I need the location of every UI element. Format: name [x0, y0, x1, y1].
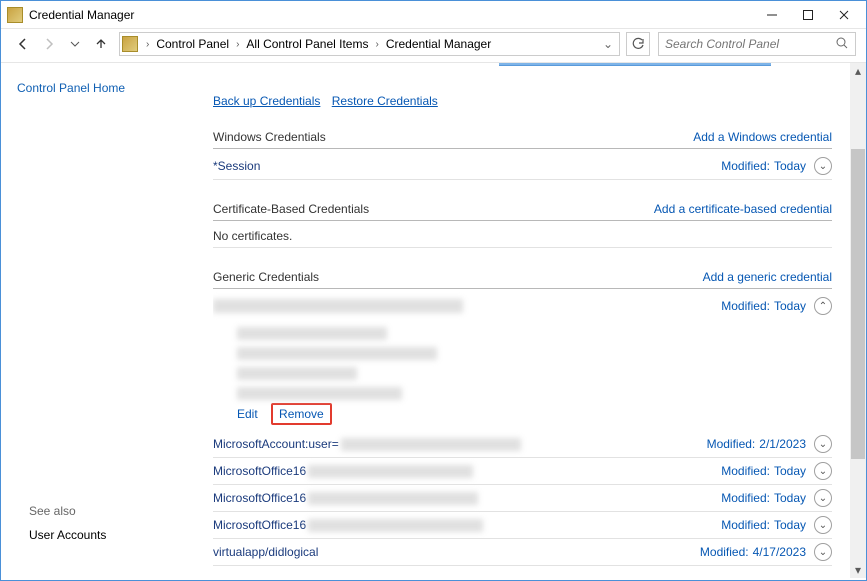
restore-link[interactable]: Restore Credentials — [332, 94, 438, 108]
control-panel-home-link[interactable]: Control Panel Home — [17, 81, 197, 95]
recent-dropdown-button[interactable] — [63, 32, 87, 56]
chevron-up-icon[interactable]: ⌃ — [814, 297, 832, 315]
redacted-suffix: x — [308, 465, 473, 478]
modified-label: Modified: — [721, 464, 770, 478]
action-links: Back up Credentials Restore Credentials — [213, 94, 832, 108]
section-title: Certificate-Based Credentials — [213, 202, 369, 216]
chevron-down-icon[interactable]: ⌄ — [814, 435, 832, 453]
app-icon — [7, 7, 23, 23]
breadcrumb-dropdown-icon[interactable]: ⌄ — [599, 37, 617, 51]
chevron-right-icon[interactable]: › — [232, 39, 243, 50]
search-box[interactable] — [658, 32, 856, 56]
scrollbar[interactable]: ▴ ▾ — [850, 63, 866, 578]
toolbar: › Control Panel › All Control Panel Item… — [1, 29, 866, 63]
window-title: Credential Manager — [29, 8, 754, 22]
up-button[interactable] — [89, 32, 113, 56]
no-certificates-text: No certificates. — [213, 225, 832, 248]
modified-value: 2/1/2023 — [759, 437, 806, 451]
chevron-down-icon[interactable]: ⌄ — [814, 543, 832, 561]
add-windows-credential-link[interactable]: Add a Windows credential — [693, 130, 832, 144]
certificate-credentials-section: Certificate-Based Credentials Add a cert… — [213, 202, 832, 248]
generic-credentials-section: Generic Credentials Add a generic creden… — [213, 270, 832, 566]
credential-name[interactable]: MicrosoftOffice16 — [213, 464, 306, 478]
add-generic-credential-link[interactable]: Add a generic credential — [703, 270, 832, 284]
credential-row[interactable]: MicrosoftOffice16x Modified: Today ⌄ — [213, 512, 832, 539]
chevron-down-icon[interactable]: ⌄ — [814, 157, 832, 175]
chevron-down-icon[interactable]: ⌄ — [814, 489, 832, 507]
search-icon[interactable] — [829, 36, 855, 53]
redacted-name: x — [213, 299, 463, 313]
modified-label: Modified: — [700, 545, 749, 559]
add-certificate-credential-link[interactable]: Add a certificate-based credential — [654, 202, 832, 216]
redacted-suffix: x — [308, 519, 483, 532]
section-title: Windows Credentials — [213, 130, 326, 144]
credential-row[interactable]: virtualapp/didlogical Modified: 4/17/202… — [213, 539, 832, 566]
breadcrumb[interactable]: › Control Panel › All Control Panel Item… — [119, 32, 620, 56]
credential-name[interactable]: *Session — [213, 159, 260, 173]
scrollbar-thumb[interactable] — [851, 149, 865, 459]
credential-row[interactable]: MicrosoftAccount:user=x Modified: 2/1/20… — [213, 431, 832, 458]
edit-link[interactable]: Edit — [237, 407, 258, 421]
chevron-down-icon[interactable]: ⌄ — [814, 516, 832, 534]
redacted-suffix: x — [341, 438, 521, 451]
redacted-suffix: x — [308, 492, 478, 505]
forward-button[interactable] — [37, 32, 61, 56]
credential-detail: x x x x Edit Remove — [213, 319, 832, 431]
credential-name[interactable]: MicrosoftAccount:user= — [213, 437, 339, 451]
credential-name[interactable]: MicrosoftOffice16 — [213, 518, 306, 532]
modified-label: Modified: — [721, 491, 770, 505]
modified-value: Today — [774, 491, 806, 505]
maximize-button[interactable] — [790, 3, 826, 27]
credential-name[interactable]: virtualapp/didlogical — [213, 545, 318, 559]
credential-row[interactable]: *Session Modified: Today ⌄ — [213, 153, 832, 180]
content: Control Panel Home See also User Account… — [1, 63, 866, 580]
minimize-button[interactable] — [754, 3, 790, 27]
section-title: Generic Credentials — [213, 270, 319, 284]
credential-row[interactable]: MicrosoftOffice16x Modified: Today ⌄ — [213, 458, 832, 485]
backup-link[interactable]: Back up Credentials — [213, 94, 320, 108]
redacted-detail: x — [237, 327, 387, 340]
back-button[interactable] — [11, 32, 35, 56]
modified-value: Today — [774, 299, 806, 313]
scroll-down-arrow[interactable]: ▾ — [850, 562, 866, 578]
credential-row[interactable]: MicrosoftOffice16x Modified: Today ⌄ — [213, 485, 832, 512]
credential-name[interactable]: MicrosoftOffice16 — [213, 491, 306, 505]
title-bar: Credential Manager — [1, 1, 866, 29]
refresh-button[interactable] — [626, 32, 650, 56]
modified-label: Modified: — [707, 437, 756, 451]
modified-value: 4/17/2023 — [753, 545, 806, 559]
modified-label: Modified: — [721, 299, 770, 313]
breadcrumb-item[interactable]: All Control Panel Items — [243, 37, 371, 51]
modified-value: Today — [774, 518, 806, 532]
see-also-heading: See also — [29, 504, 106, 518]
modified-label: Modified: — [721, 518, 770, 532]
windows-credentials-section: Windows Credentials Add a Windows creden… — [213, 130, 832, 180]
close-button[interactable] — [826, 3, 862, 27]
chevron-right-icon[interactable]: › — [142, 39, 153, 50]
scroll-up-arrow[interactable]: ▴ — [850, 63, 866, 79]
redacted-detail: x — [237, 367, 357, 380]
breadcrumb-item[interactable]: Control Panel — [153, 37, 232, 51]
main-pane: Back up Credentials Restore Credentials … — [213, 63, 866, 580]
selected-tab-indicator — [499, 63, 771, 66]
chevron-right-icon[interactable]: › — [371, 39, 382, 50]
user-accounts-link[interactable]: User Accounts — [29, 528, 106, 542]
modified-value: Today — [774, 464, 806, 478]
redacted-detail: x — [237, 387, 402, 400]
modified-label: Modified: — [721, 159, 770, 173]
see-also-section: See also User Accounts — [29, 504, 106, 552]
search-input[interactable] — [659, 37, 829, 51]
redacted-detail: x — [237, 347, 437, 360]
breadcrumb-item[interactable]: Credential Manager — [383, 37, 494, 51]
breadcrumb-icon — [122, 36, 138, 52]
modified-value: Today — [774, 159, 806, 173]
remove-link[interactable]: Remove — [271, 403, 332, 425]
chevron-down-icon[interactable]: ⌄ — [814, 462, 832, 480]
left-pane: Control Panel Home See also User Account… — [1, 63, 213, 580]
credential-row-expanded[interactable]: x Modified: Today ⌃ — [213, 293, 832, 319]
